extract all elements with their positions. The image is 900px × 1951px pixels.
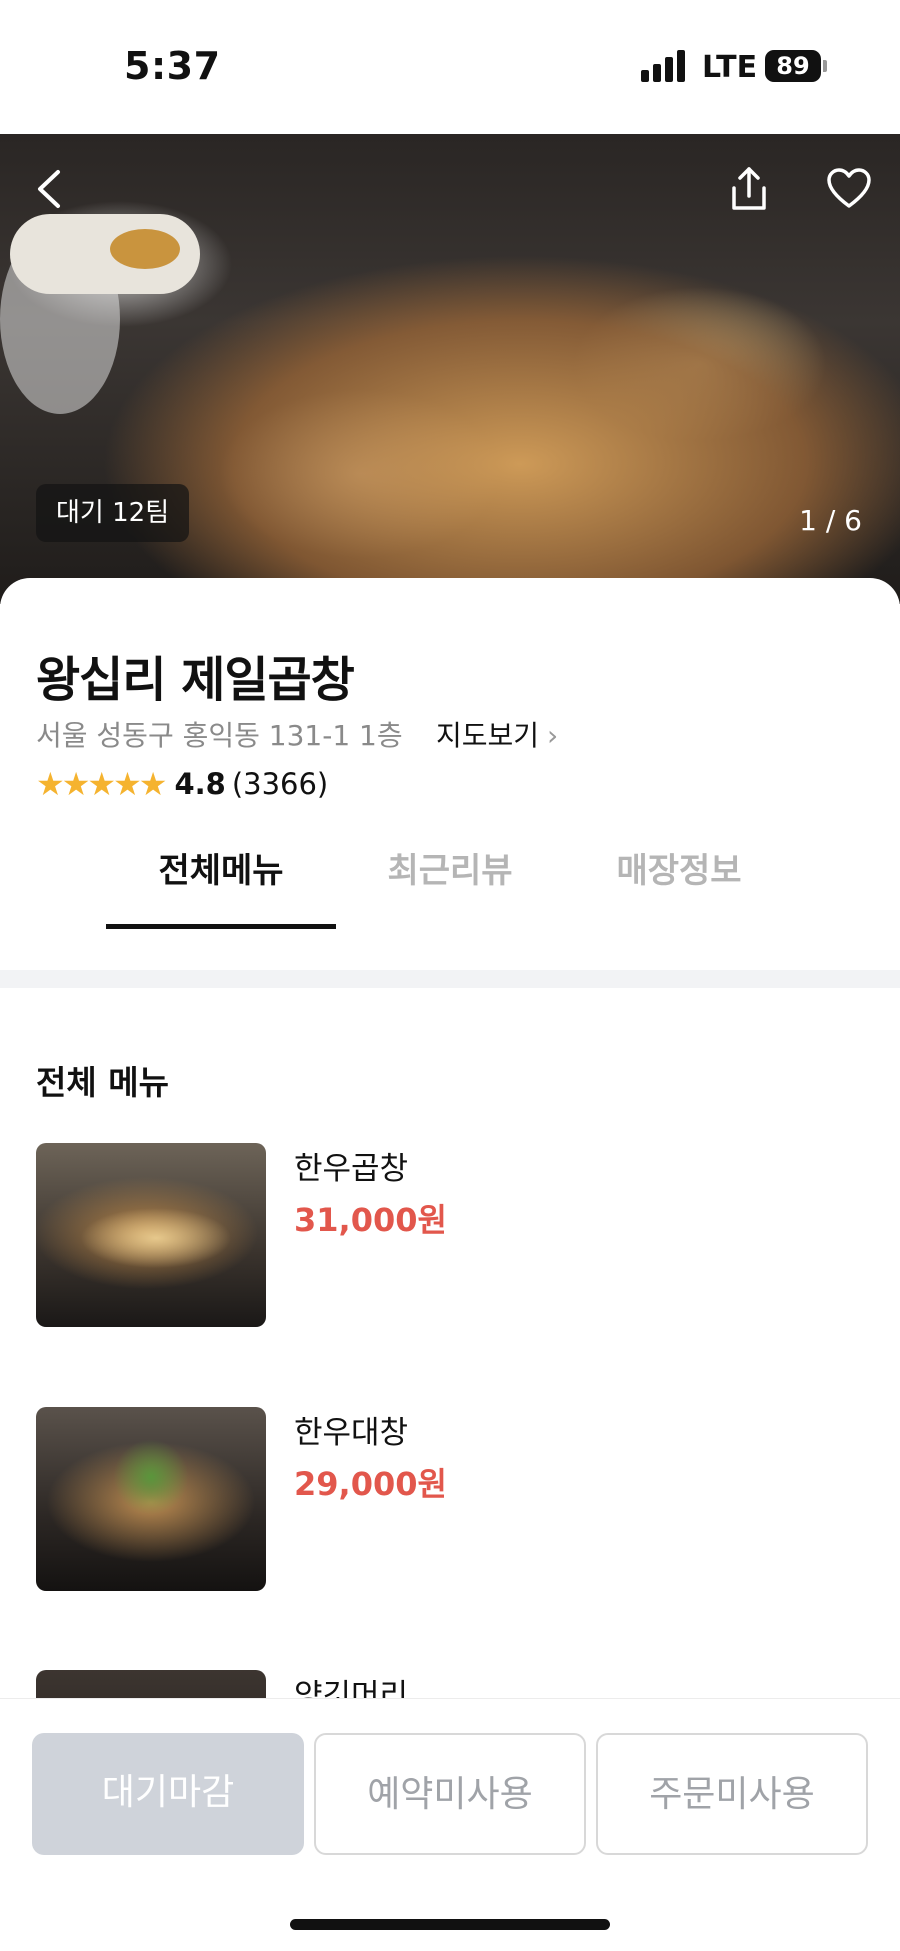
menu-item-photo [36,1407,266,1591]
favorite-button[interactable] [826,166,872,212]
section-divider [0,970,900,988]
bottom-action-bar: 대기마감 예약미사용 주문미사용 [0,1698,900,1951]
view-map-label: 지도보기 [436,719,540,752]
waitlist-closed-button[interactable]: 대기마감 [32,1733,304,1855]
menu-item[interactable]: 한우곱창 31,000원 [36,1143,866,1327]
order-unavailable-button[interactable]: 주문미사용 [596,1733,868,1855]
menu-item-price: 31,000원 [294,1201,447,1239]
chevron-left-icon [38,170,60,208]
share-icon [732,167,766,210]
back-button[interactable] [30,164,70,214]
home-indicator[interactable] [290,1919,610,1930]
tab-all-menu[interactable]: 전체메뉴 [106,836,336,932]
battery-icon: 89 [765,50,821,82]
store-rating[interactable]: ★★★★★ 4.8 (3366) [36,764,328,804]
heart-icon [827,168,871,208]
menu-item-photo [36,1143,266,1327]
star-rating-icon: ★★★★★ [36,765,167,803]
chevron-right-icon: › [547,719,559,752]
share-button[interactable] [726,164,772,214]
menu-item-price: 29,000원 [294,1465,447,1503]
photo-decoration [10,214,200,294]
network-label: LTE [702,50,758,85]
rating-value: 4.8 [174,767,226,801]
store-name: 왕십리 제일곱창 [36,652,355,708]
menu-item-name: 한우곱창 [294,1151,409,1187]
menu-section-title: 전체 메뉴 [36,1063,169,1102]
view-map-link[interactable]: 지도보기 › [436,714,558,754]
status-bar: 5:37 LTE 89 [0,0,900,134]
reservation-unavailable-button[interactable]: 예약미사용 [314,1733,586,1855]
store-tabs: 전체메뉴 최근리뷰 매장정보 [0,836,900,932]
review-count: (3366) [231,767,329,801]
tab-recent-reviews[interactable]: 최근리뷰 [335,836,565,932]
store-photo-carousel[interactable]: 대기 12팀 1 / 6 [0,134,900,604]
tab-store-info[interactable]: 매장정보 [564,836,794,932]
menu-item-name: 한우대창 [294,1415,409,1451]
signal-icon [641,50,687,82]
photo-page-counter: 1 / 6 [799,504,862,537]
menu-item[interactable]: 한우대창 29,000원 [36,1407,866,1591]
wait-count-badge: 대기 12팀 [36,484,190,542]
battery-tip [823,60,827,72]
status-time: 5:37 [124,44,221,88]
store-address: 서울 성동구 홍익동 131-1 1층 [36,719,403,752]
active-tab-indicator [106,924,336,929]
